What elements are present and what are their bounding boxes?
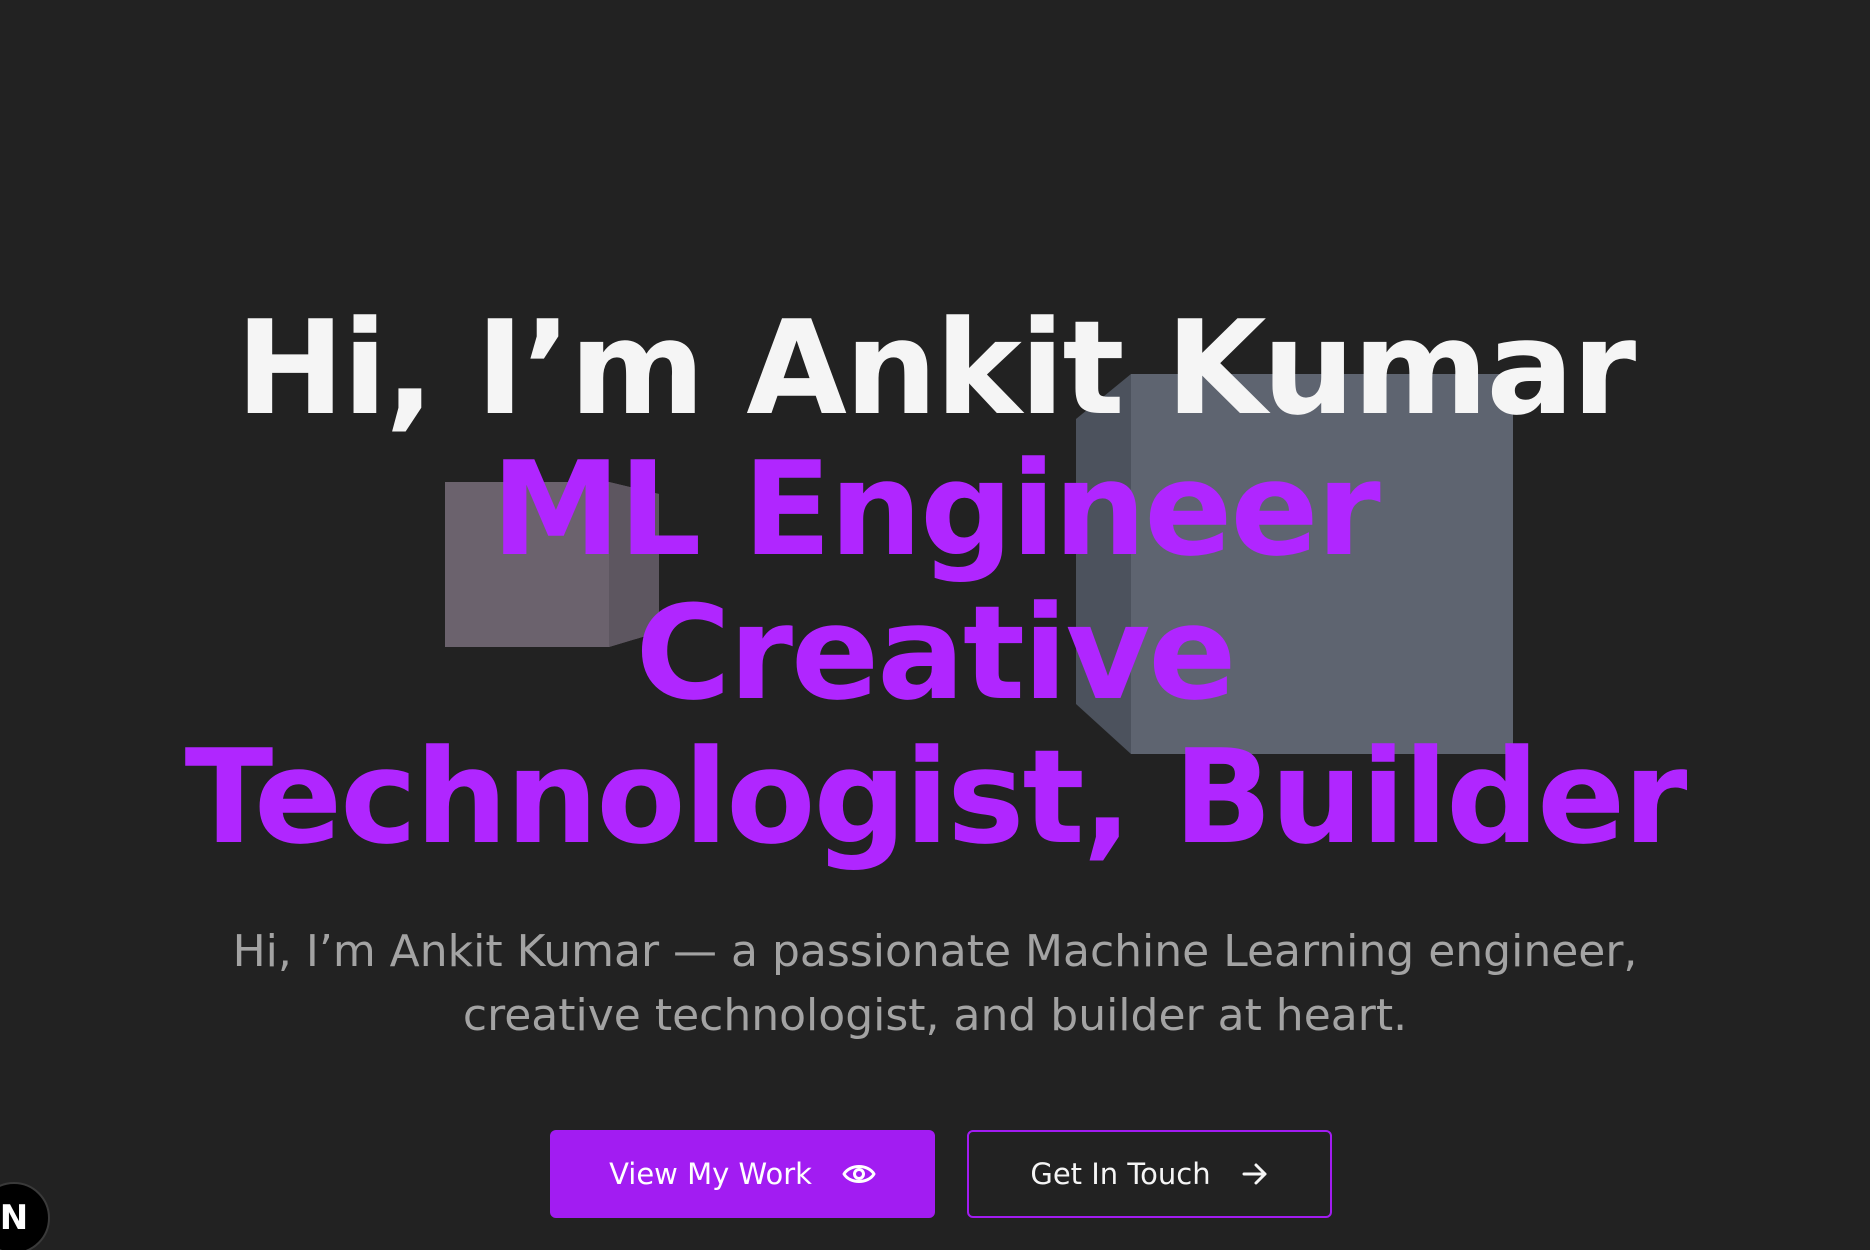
hero-section: Hi, I’m Ankit Kumar ML Engineer Creative… [0, 0, 1870, 1250]
hero-description-line-1: Hi, I’m Ankit Kumar — a passionate Machi… [232, 926, 1638, 977]
view-my-work-button[interactable]: View My Work [550, 1130, 935, 1218]
dev-tools-badge-label: N [0, 1198, 29, 1238]
hero-roles: ML Engineer Creative Technologist, Build… [150, 437, 1720, 869]
role-technologist-builder: Technologist, Builder [184, 721, 1688, 873]
portfolio-page: Hi, I’m Ankit Kumar ML Engineer Creative… [0, 0, 1870, 1250]
hero-description-line-2: creative technologist, and builder at he… [462, 990, 1408, 1041]
view-my-work-label: View My Work [609, 1157, 812, 1191]
get-in-touch-label: Get In Touch [1030, 1157, 1211, 1191]
role-ml-engineer: ML Engineer [491, 433, 1380, 585]
get-in-touch-button[interactable]: Get In Touch [967, 1130, 1332, 1218]
hero-title: Hi, I’m Ankit Kumar [235, 292, 1636, 444]
arrow-right-icon [1241, 1161, 1269, 1187]
eye-icon [842, 1161, 876, 1187]
hero-description: Hi, I’m Ankit Kumar — a passionate Machi… [200, 920, 1670, 1048]
role-creative: Creative [635, 577, 1236, 729]
